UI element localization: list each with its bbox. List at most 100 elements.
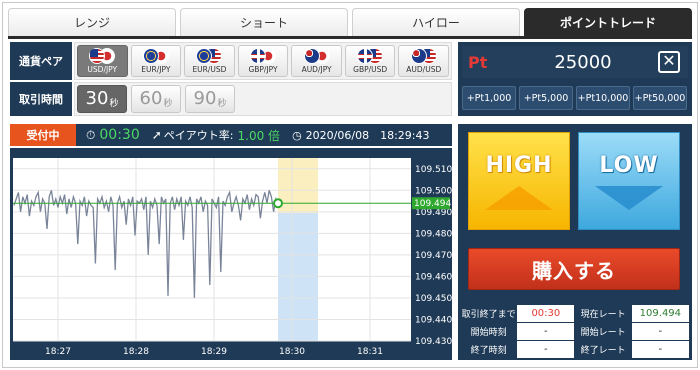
currency-pair-selector: USD/JPY EUR/JPY EUR/USD GBP/JPY AUD/JPY GBP/U… [74, 42, 452, 80]
time-60s-button[interactable]: 60 秒 [131, 85, 181, 113]
gbp-flag-icon [250, 48, 267, 64]
flag-pair-icon [141, 48, 171, 64]
pair-aud-usd-button[interactable]: AUD/USD [398, 45, 450, 77]
x-tick-label: 18:29 [201, 347, 227, 357]
time-to-end-label: 取引終了まで [459, 304, 518, 323]
payout-value: 1.00 倍 [237, 128, 281, 143]
points-label: Pt [468, 52, 488, 72]
end-time-value: - [516, 340, 576, 359]
future-zone [278, 213, 318, 341]
tab-range[interactable]: レンジ [8, 8, 176, 36]
low-button[interactable]: LOW [578, 132, 680, 230]
start-rate-label: 開始レート [574, 322, 632, 341]
table-row: 取引終了まで 00:30 現在レート 109.494 [459, 304, 691, 323]
x-tick-label: 18:27 [45, 347, 71, 357]
y-tick-label: 109.470 [415, 251, 452, 261]
pair-code: USD/JPY [87, 65, 118, 74]
end-rate-value: - [630, 340, 691, 359]
trade-time-selector: 30 秒 60 秒 90 秒 [74, 82, 452, 116]
current-rate-marker [273, 198, 283, 209]
tab-short[interactable]: ショート [180, 8, 348, 36]
stopwatch-icon: ⏱ [86, 127, 96, 142]
flag-pair-icon [248, 48, 278, 64]
trade-time-label: 取引時間 [10, 82, 72, 116]
start-rate-value: - [630, 322, 691, 341]
current-rate-tag-label: 109.494 [414, 199, 451, 209]
points-add-buttons: +Pt1,000 +Pt5,000 +Pt10,000 +Pt50,000 [462, 86, 687, 110]
pair-gbp-usd-button[interactable]: GBP/USD [344, 45, 396, 77]
aud-flag-icon [303, 48, 320, 64]
pair-code: AUD/USD [406, 65, 442, 74]
add-1000-button[interactable]: +Pt1,000 [462, 86, 516, 110]
high-label: HIGH [485, 153, 553, 178]
time-unit: 秒 [163, 99, 173, 109]
y-tick-label: 109.500 [415, 186, 452, 196]
price-chart: 109.510 109.500 109.490 109.480 109.470 109.4… [10, 148, 452, 360]
tab-point-trade[interactable]: ポイントトレード [524, 8, 692, 36]
start-time-label: 開始時刻 [459, 322, 518, 341]
arrow-down-icon [595, 186, 663, 210]
time-90s-button[interactable]: 90 秒 [185, 85, 235, 113]
y-tick-label: 109.480 [415, 229, 452, 239]
x-tick-label: 18:30 [279, 347, 305, 357]
y-tick-label: 109.430 [415, 337, 452, 347]
pair-eur-jpy-button[interactable]: EUR/JPY [130, 45, 182, 77]
pair-code: GBP/USD [353, 65, 388, 74]
arrow-up-icon [485, 186, 553, 210]
tab-underline [8, 36, 692, 39]
start-time-value: - [516, 322, 576, 341]
countdown-timer: 00:30 [99, 127, 140, 143]
close-icon[interactable]: ✕ [658, 51, 680, 73]
status-bar: 受付中 ⏱ 00:30 ➚ ペイアウト率: 1.00 倍 ◷ 2020/06/0… [10, 124, 452, 146]
time-30s-button[interactable]: 30 秒 [77, 85, 127, 113]
add-50000-button[interactable]: +Pt50,000 [633, 86, 687, 110]
table-row: 開始時刻 - 開始レート - [459, 322, 691, 341]
points-display: Pt 25000 ✕ [462, 46, 688, 78]
entry-zone [278, 158, 318, 213]
add-10000-button[interactable]: +Pt10,000 [576, 86, 630, 110]
pair-code: GBP/JPY [248, 65, 278, 74]
y-tick-label: 109.510 [415, 165, 452, 175]
pair-aud-jpy-button[interactable]: AUD/JPY [291, 45, 342, 77]
tab-highlow[interactable]: ハイロー [352, 8, 520, 36]
time-value: 60 [139, 88, 163, 109]
aud-flag-icon [410, 48, 427, 64]
time-value: 90 [193, 88, 217, 109]
pair-usd-jpy-button[interactable]: USD/JPY [77, 45, 128, 77]
y-tick-label: 109.440 [415, 315, 452, 325]
pair-eur-usd-button[interactable]: EUR/USD [184, 45, 235, 77]
flag-pair-icon [302, 48, 332, 64]
purchase-button[interactable]: 購入する [468, 248, 680, 290]
pair-code: AUD/JPY [301, 65, 332, 74]
payout-arrow-icon: ➚ [151, 128, 162, 142]
low-label: LOW [599, 153, 659, 178]
time-value: 30 [85, 88, 109, 109]
x-tick-label: 18:31 [357, 347, 383, 357]
price-chart-svg: 109.510 109.500 109.490 109.480 109.470 109.4… [13, 158, 452, 357]
current-rate-value: 109.494 [630, 304, 691, 323]
pair-code: EUR/JPY [141, 65, 171, 74]
table-row: 終了時刻 - 終了レート - [459, 340, 691, 359]
x-tick-label: 18:28 [123, 347, 149, 357]
payout-label: ペイアウト率: [163, 129, 234, 142]
y-tick-label: 109.490 [415, 208, 452, 218]
end-time-label: 終了時刻 [459, 340, 518, 359]
points-value: 25000 [554, 51, 612, 73]
current-rate-label: 現在レート [574, 304, 632, 323]
pair-gbp-jpy-button[interactable]: GBP/JPY [237, 45, 289, 77]
y-tick-label: 109.460 [415, 272, 452, 282]
trade-info-table: 取引終了まで 00:30 現在レート 109.494 開始時刻 - 開始レート … [458, 302, 692, 360]
y-tick-label: 109.450 [415, 294, 452, 304]
points-panel: Pt 25000 ✕ +Pt1,000 +Pt5,000 +Pt10,000 +… [458, 42, 692, 116]
flag-pair-icon [355, 48, 385, 64]
pair-code: EUR/USD [192, 65, 227, 74]
flag-pair-icon [87, 48, 117, 64]
high-button[interactable]: HIGH [468, 132, 570, 230]
time-unit: 秒 [109, 99, 119, 109]
add-5000-button[interactable]: +Pt5,000 [519, 86, 573, 110]
flag-pair-icon [194, 48, 224, 64]
flag-pair-icon [409, 48, 439, 64]
accepting-badge: 受付中 [10, 124, 76, 146]
currency-pair-label: 通貨ペア [10, 42, 72, 80]
end-rate-label: 終了レート [574, 340, 632, 359]
